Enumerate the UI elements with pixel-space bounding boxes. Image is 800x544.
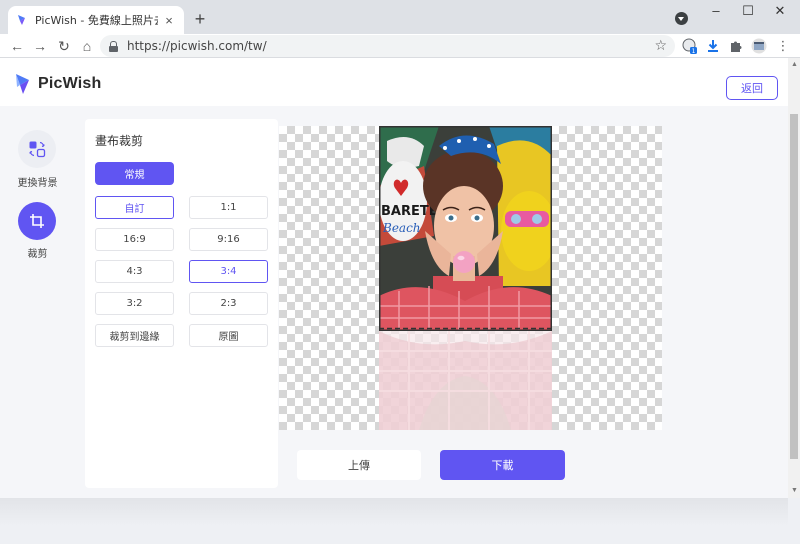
page-bottom-shadow (0, 498, 788, 526)
image-canvas[interactable]: BARETE Beach (279, 126, 662, 430)
ratio-16-9-button[interactable]: 16:9 (95, 228, 174, 251)
tab-search-icon[interactable] (675, 12, 688, 25)
sidebar-item-label: 更換背景 (17, 178, 58, 189)
profile-avatar-icon[interactable] (750, 37, 768, 55)
ratio-9-16-button[interactable]: 9:16 (189, 228, 268, 251)
upload-button[interactable]: 上傳 (297, 450, 421, 480)
crop-to-edge-button[interactable]: 裁剪到邊緣 (95, 324, 174, 347)
picwish-logo-icon (16, 74, 29, 94)
ratio-3-4-button[interactable]: 3:4 (189, 260, 268, 283)
normal-mode-button[interactable]: 常規 (95, 162, 174, 185)
browser-menu-icon[interactable]: ⋮ (774, 37, 792, 55)
extensions-puzzle-icon[interactable] (727, 37, 745, 55)
window-bottom-area (0, 498, 800, 544)
photo-text-beach: Beach (382, 221, 421, 235)
brand-name: PicWish (38, 75, 102, 92)
browser-toolbar: ← → ↻ ⌂ https://picwish.com/tw/ ☆ 1 ⋮ (0, 34, 800, 58)
sidebar-item-crop[interactable] (18, 202, 56, 240)
sidebar-item-change-background[interactable] (18, 130, 56, 168)
maximize-button[interactable]: ☐ (734, 3, 762, 19)
forward-arrow-icon[interactable]: → (31, 37, 49, 55)
cropped-photo[interactable]: BARETE Beach (379, 126, 552, 331)
scroll-up-arrow-icon[interactable]: ▲ (791, 61, 798, 68)
site-header: PicWish 返回 (0, 58, 788, 106)
scrollbar-thumb[interactable] (790, 114, 798, 459)
page-scrollbar[interactable]: ▲ ▼ (788, 58, 800, 498)
ratio-3-2-button[interactable]: 3:2 (95, 292, 174, 315)
download-button[interactable]: 下載 (440, 450, 565, 480)
swap-background-icon (29, 141, 46, 158)
crop-panel: 畫布裁剪 常規 自訂 1:1 16:9 9:16 4:3 3:4 3:2 2:3… (85, 119, 278, 488)
browser-tab[interactable]: PicWish - 免費線上照片去背，超 × (8, 6, 184, 34)
page-viewport: PicWish 返回 更換背景 裁剪 畫布裁剪 常規 自訂 1:1 16:9 9… (0, 58, 788, 498)
sidebar-item-label: 裁剪 (27, 249, 48, 260)
close-window-button[interactable]: ✕ (766, 3, 794, 19)
return-button[interactable]: 返回 (726, 76, 778, 100)
ratio-4-3-button[interactable]: 4:3 (95, 260, 174, 283)
reload-icon[interactable]: ↻ (55, 37, 73, 55)
lock-icon (109, 40, 118, 52)
extension-badge: 1 (692, 48, 696, 54)
tab-title: PicWish - 免費線上照片去背，超 (35, 14, 158, 27)
ratio-2-3-button[interactable]: 2:3 (189, 292, 268, 315)
picwish-logo[interactable]: PicWish (14, 73, 102, 95)
picwish-favicon-icon (16, 14, 28, 26)
tool-sidebar: 更換背景 裁剪 (0, 106, 75, 498)
scroll-down-arrow-icon[interactable]: ▼ (791, 487, 798, 494)
download-icon[interactable] (704, 37, 722, 55)
crop-icon (30, 214, 44, 228)
home-icon[interactable]: ⌂ (78, 37, 96, 55)
new-tab-button[interactable]: + (190, 9, 210, 30)
translate-extension-icon[interactable]: 1 (681, 37, 699, 55)
photo-text-barete: BARETE (381, 204, 438, 219)
browser-tab-strip: PicWish - 免費線上照片去背，超 × + – ☐ ✕ (0, 0, 800, 34)
back-arrow-icon[interactable]: ← (8, 37, 26, 55)
original-image-button[interactable]: 原圖 (189, 324, 268, 347)
url-text: https://picwish.com/tw/ (127, 39, 267, 53)
cropped-out-area-preview (379, 331, 552, 430)
ratio-custom-button[interactable]: 自訂 (95, 196, 174, 219)
address-bar[interactable]: https://picwish.com/tw/ ☆ (100, 35, 675, 57)
minimize-button[interactable]: – (702, 3, 730, 18)
tab-close-icon[interactable]: × (162, 13, 176, 28)
bookmark-star-icon[interactable]: ☆ (654, 37, 667, 54)
panel-title: 畫布裁剪 (95, 134, 144, 148)
ratio-1-1-button[interactable]: 1:1 (189, 196, 268, 219)
